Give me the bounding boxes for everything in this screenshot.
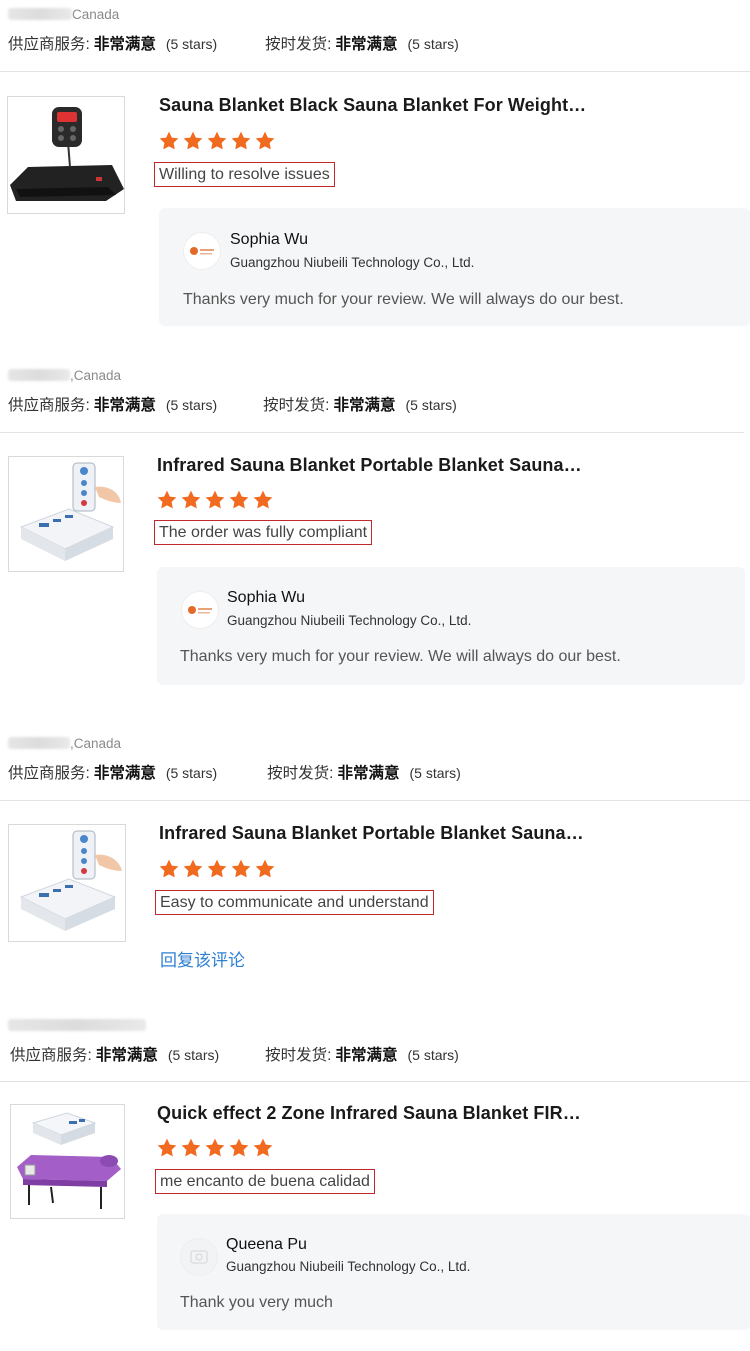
ratings-line: 供应商服务: 非常满意 (5 stars) 按时发货: 非常满意 (5 star… (8, 393, 457, 415)
star-icon (231, 859, 251, 878)
star-icon (157, 1138, 177, 1157)
ratings-line: 供应商服务: 非常满意 (5 stars) 按时发货: 非常满意 (5 star… (8, 761, 461, 783)
star-icon (253, 1138, 273, 1157)
reply-text: Thanks very much for your review. We wil… (180, 648, 621, 665)
blurred-reviewer-name (8, 737, 70, 749)
star-icon (183, 859, 203, 878)
star-icon (181, 490, 201, 509)
supplier-service-rating: 供应商服务: 非常满意 (5 stars) (8, 397, 218, 414)
supplier-reply: Queena Pu Guangzhou Niubeili Technology … (157, 1214, 750, 1330)
reply-author-name: Sophia Wu (230, 231, 308, 248)
supplier-service-rating: 供应商服务: 非常满意 (5 stars) (8, 765, 218, 782)
supplier-reply: Sophia Wu Guangzhou Niubeili Technology … (157, 567, 745, 685)
on-time-shipping-rating: 按时发货: 非常满意 (5 stars) (265, 1047, 459, 1064)
star-icon (181, 1138, 201, 1157)
reply-author-name: Queena Pu (226, 1236, 307, 1253)
star-icon (253, 490, 273, 509)
blurred-reviewer-name (8, 369, 70, 381)
reviewer-line (8, 1017, 146, 1033)
star-rating (156, 489, 274, 511)
star-icon (159, 131, 179, 150)
review-comment: me encanto de buena calidad (155, 1169, 375, 1194)
star-icon (157, 490, 177, 509)
divider (0, 1081, 750, 1082)
product-title[interactable]: Quick effect 2 Zone Infrared Sauna Blank… (157, 1103, 581, 1124)
star-icon (183, 131, 203, 150)
blurred-reviewer-name (8, 1019, 146, 1031)
reviewer-line: ,Canada (8, 735, 121, 751)
star-icon (205, 1138, 225, 1157)
reply-to-review-link[interactable]: 回复该评论 (160, 946, 245, 971)
on-time-shipping-rating: 按时发货: 非常满意 (5 stars) (267, 765, 461, 782)
blurred-reviewer-name (8, 8, 72, 20)
reviewer-country: Canada (72, 6, 120, 22)
review-comment: Willing to resolve issues (154, 162, 335, 187)
supplier-service-rating: 供应商服务: 非常满意 (5 stars) (8, 36, 218, 53)
star-icon (231, 131, 251, 150)
on-time-shipping-rating: 按时发货: 非常满意 (5 stars) (265, 36, 459, 53)
star-icon (229, 490, 249, 509)
review-comment: Easy to communicate and understand (155, 890, 434, 915)
product-image-infrared-sauna-blanket[interactable] (8, 456, 124, 572)
supplier-logo-icon (183, 232, 221, 270)
reply-company: Guangzhou Niubeili Technology Co., Ltd. (226, 1259, 471, 1274)
divider (0, 71, 750, 72)
divider (0, 800, 750, 801)
star-icon (207, 131, 227, 150)
supplier-logo-icon (180, 1238, 218, 1276)
reply-author-name: Sophia Wu (227, 589, 305, 606)
star-icon (229, 1138, 249, 1157)
reply-company: Guangzhou Niubeili Technology Co., Ltd. (227, 613, 472, 628)
divider (0, 432, 744, 433)
reviewer-country: ,Canada (70, 367, 122, 383)
star-rating (158, 858, 276, 880)
supplier-logo-icon (181, 591, 219, 629)
on-time-shipping-rating: 按时发货: 非常满意 (5 stars) (263, 397, 457, 414)
product-title[interactable]: Infrared Sauna Blanket Portable Blanket … (159, 823, 584, 844)
star-icon (207, 859, 227, 878)
reviewer-line: ,Canada (8, 367, 121, 383)
star-rating (156, 1137, 274, 1159)
ratings-line: 供应商服务: 非常满意 (5 stars) 按时发货: 非常满意 (5 star… (8, 32, 459, 54)
reviewer-line: Canada (8, 6, 119, 22)
star-icon (159, 859, 179, 878)
star-icon (255, 131, 275, 150)
product-image-2-zone-sauna-blanket[interactable] (10, 1104, 125, 1219)
supplier-service-rating: 供应商服务: 非常满意 (5 stars) (10, 1047, 220, 1064)
reply-text: Thank you very much (180, 1294, 333, 1311)
star-rating (158, 130, 276, 152)
product-image-sauna-blanket-black[interactable] (7, 96, 125, 214)
product-title[interactable]: Infrared Sauna Blanket Portable Blanket … (157, 455, 582, 476)
star-icon (255, 859, 275, 878)
ratings-line: 供应商服务: 非常满意 (5 stars) 按时发货: 非常满意 (5 star… (10, 1043, 459, 1065)
reply-text: Thanks very much for your review. We wil… (183, 291, 624, 308)
reviewer-country: ,Canada (70, 735, 122, 751)
product-image-infrared-sauna-blanket[interactable] (8, 824, 126, 942)
reply-company: Guangzhou Niubeili Technology Co., Ltd. (230, 255, 475, 270)
product-title[interactable]: Sauna Blanket Black Sauna Blanket For We… (159, 95, 586, 116)
supplier-reply: Sophia Wu Guangzhou Niubeili Technology … (159, 208, 750, 326)
star-icon (205, 490, 225, 509)
review-comment: The order was fully compliant (154, 520, 373, 545)
